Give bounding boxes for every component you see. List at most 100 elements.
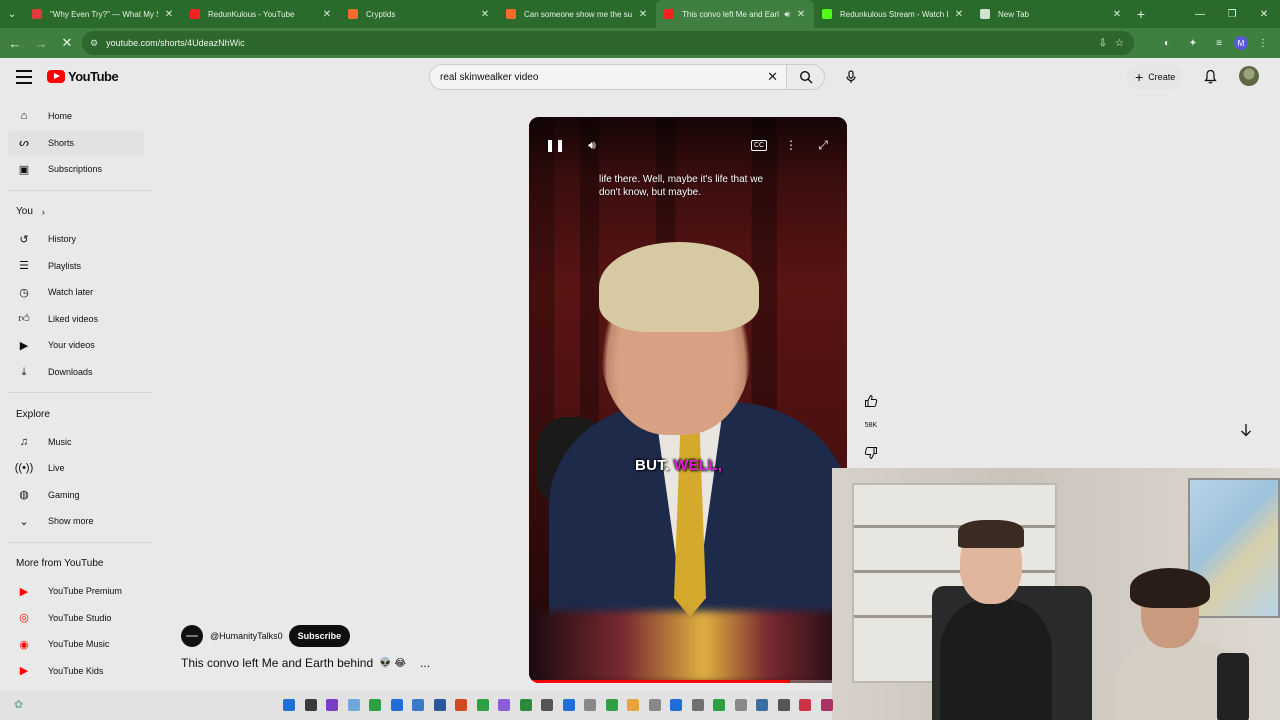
taskbar-app-icon[interactable]	[584, 699, 596, 711]
sidebar-you-header[interactable]: You ›	[0, 198, 152, 226]
clear-search-icon[interactable]: ✕	[767, 69, 778, 85]
search-button[interactable]	[787, 64, 825, 90]
sidebar-item-gaming[interactable]: ◍ Gaming	[0, 482, 152, 509]
address-bar[interactable]: ⚙ youtube.com/shorts/4UdeazNhWic ⇩ ☆	[82, 31, 1134, 55]
media-controls-icon[interactable]: ≡	[1208, 32, 1230, 54]
taskbar-app-icon[interactable]	[304, 699, 317, 711]
taskbar-app-icon[interactable]	[756, 699, 768, 711]
tab-search-button[interactable]: ⌄	[0, 0, 24, 28]
taskbar-app-icon[interactable]	[476, 699, 489, 711]
sidebar-item-playlists[interactable]: ☰ Playlists	[0, 252, 152, 279]
browser-tab[interactable]: Cryptids ✕	[340, 0, 498, 28]
subscribe-button[interactable]: Subscribe	[288, 625, 351, 647]
sidebar-item-liked-videos[interactable]: 👍︎ Liked videos	[0, 306, 152, 333]
video-title[interactable]: This convo left Me and Earth behind 👽 😂 …	[181, 656, 430, 670]
voice-search-button[interactable]	[838, 64, 864, 90]
taskbar-app-icon[interactable]	[455, 699, 467, 711]
taskbar-app-icon[interactable]	[605, 699, 618, 711]
close-tab-icon[interactable]: ✕	[1112, 9, 1122, 20]
taskbar-app-icon[interactable]	[283, 699, 295, 711]
install-app-icon[interactable]: ⇩	[1099, 38, 1107, 49]
taskbar-app-icon[interactable]	[326, 699, 338, 711]
next-video-button[interactable]	[1236, 420, 1256, 440]
browser-tab[interactable]: Redunkulous Stream - Watch L ✕	[814, 0, 972, 28]
pause-button[interactable]: ❚❚	[545, 135, 565, 155]
extension-icon[interactable]: ◐	[1156, 32, 1178, 54]
browser-profile-avatar[interactable]: M	[1234, 36, 1248, 50]
taskbar-app-icon[interactable]	[820, 699, 833, 711]
close-window-button[interactable]: ✕	[1248, 0, 1280, 28]
browser-tab[interactable]: New Tab ✕	[972, 0, 1130, 28]
taskbar-app-icon[interactable]	[562, 699, 575, 711]
browser-tab[interactable]: RedunKulous - YouTube ✕	[182, 0, 340, 28]
close-tab-icon[interactable]: ✕	[480, 9, 490, 20]
close-tab-icon[interactable]: ✕	[954, 9, 964, 20]
bookmark-star-icon[interactable]: ☆	[1115, 38, 1124, 49]
channel-avatar[interactable]	[181, 625, 203, 647]
sidebar-item-shorts[interactable]: ᔕ Shorts	[8, 129, 144, 157]
close-tab-icon[interactable]: ✕	[322, 9, 332, 20]
site-info-icon[interactable]: ⚙	[90, 38, 98, 49]
notifications-button[interactable]	[1200, 66, 1220, 86]
sidebar-item-youtube-music[interactable]: ◉ YouTube Music	[0, 631, 152, 658]
fullscreen-button[interactable]: ⤢	[813, 135, 833, 155]
expand-description-button[interactable]: ...	[420, 656, 430, 670]
widgets-icon[interactable]: ✿	[14, 698, 23, 711]
browser-menu-icon[interactable]: ⋮	[1252, 32, 1274, 54]
sidebar-item-youtube-studio[interactable]: ◎ YouTube Studio	[0, 604, 152, 631]
taskbar-app-icon[interactable]	[498, 699, 510, 711]
forward-button[interactable]: →	[28, 30, 54, 56]
taskbar-app-icon[interactable]	[777, 699, 790, 711]
browser-tab[interactable]: Can someone show me the su ✕	[498, 0, 656, 28]
close-tab-icon[interactable]: ✕	[164, 9, 174, 20]
sidebar-item-history[interactable]: ↺ History	[0, 226, 152, 253]
youtube-logo[interactable]: YouTube	[47, 69, 119, 84]
taskbar-app-icon[interactable]	[369, 699, 381, 711]
sidebar-item-subscriptions[interactable]: ▣ Subscriptions	[0, 156, 152, 183]
new-tab-button[interactable]: +	[1130, 6, 1152, 22]
like-button[interactable]	[861, 391, 881, 411]
sidebar-item-watch-later[interactable]: ◷ Watch later	[0, 279, 152, 306]
sidebar-item-home[interactable]: ⌂ Home	[0, 103, 152, 130]
close-tab-icon[interactable]: ✕	[638, 9, 648, 20]
taskbar-app-icon[interactable]	[648, 699, 661, 711]
taskbar-app-icon[interactable]	[541, 699, 553, 711]
more-options-button[interactable]: ⋮	[781, 135, 801, 155]
search-input[interactable]: real skinwealker video ✕	[429, 64, 787, 90]
browser-tab[interactable]: This convo left Me and Earl 🔊︎ ✕	[656, 0, 814, 28]
browser-tab[interactable]: "Why Even Try?" — What My S ✕	[24, 0, 182, 28]
close-tab-icon[interactable]: ✕	[796, 9, 806, 20]
create-button[interactable]: + Create	[1127, 65, 1184, 89]
restore-button[interactable]: ❐	[1216, 0, 1248, 28]
taskbar-app-icon[interactable]	[670, 699, 682, 711]
captions-button[interactable]: CC	[749, 135, 769, 155]
taskbar-app-icon[interactable]	[799, 699, 811, 711]
sidebar-item-youtube-kids[interactable]: ▶ YouTube Kids	[0, 658, 152, 685]
sidebar-item-music[interactable]: ♫ Music	[0, 428, 152, 455]
tab-audio-icon[interactable]: 🔊︎	[784, 9, 790, 20]
taskbar-app-icon[interactable]	[433, 699, 446, 711]
taskbar-app-icon[interactable]	[347, 699, 360, 711]
taskbar-app-icon[interactable]	[691, 699, 704, 711]
account-avatar[interactable]	[1239, 66, 1259, 86]
taskbar-app-icon[interactable]	[390, 699, 403, 711]
dislike-button[interactable]	[861, 443, 881, 463]
shorts-video-player[interactable]: ❚❚ 🔊︎ CC ⋮ ⤢ life there. Well, maybe it'…	[529, 117, 847, 683]
back-button[interactable]: ←	[2, 30, 28, 56]
sidebar-item-youtube-premium[interactable]: ▶ YouTube Premium	[0, 578, 152, 605]
volume-button[interactable]: 🔊︎	[582, 135, 602, 155]
sidebar-item-show-more[interactable]: ⌄ Show more	[0, 508, 152, 535]
channel-handle[interactable]: @HumanityTalks0	[210, 631, 283, 641]
sidebar-item-live[interactable]: ((•)) Live	[0, 455, 152, 482]
taskbar-app-icon[interactable]	[519, 699, 532, 711]
taskbar-app-icon[interactable]	[627, 699, 639, 711]
guide-menu-icon[interactable]	[16, 70, 32, 84]
stop-button[interactable]: ✕	[54, 30, 80, 56]
taskbar-app-icon[interactable]	[734, 699, 747, 711]
video-progress-bar[interactable]	[529, 680, 847, 683]
taskbar-app-icon[interactable]	[713, 699, 725, 711]
extensions-puzzle-icon[interactable]: ✦	[1182, 32, 1204, 54]
minimize-button[interactable]: —	[1184, 0, 1216, 28]
sidebar-item-downloads[interactable]: ⤓ Downloads	[0, 359, 152, 386]
sidebar-item-your-videos[interactable]: ▶ Your videos	[0, 332, 152, 359]
